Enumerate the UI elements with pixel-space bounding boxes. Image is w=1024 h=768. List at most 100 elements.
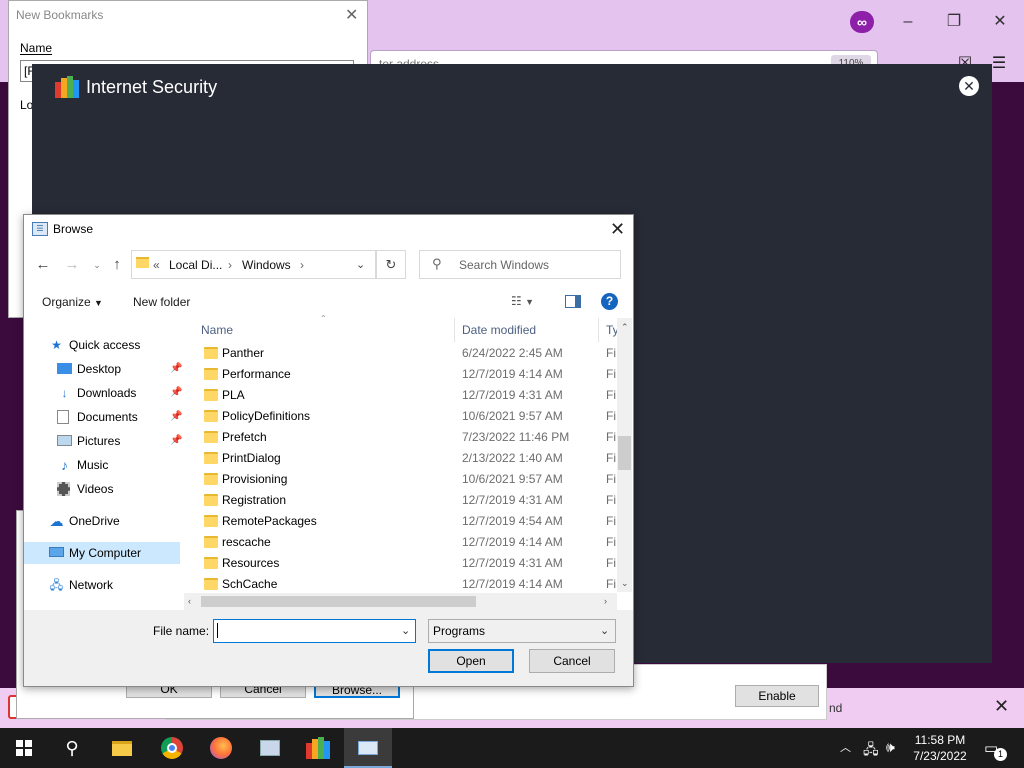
- folder-icon: [204, 473, 218, 485]
- file-row[interactable]: Provisioning 10/6/2021 9:57 AM Fi: [188, 469, 618, 490]
- pictures-icon: [57, 435, 72, 446]
- file-date-modified: 2/13/2022 1:40 AM: [462, 451, 563, 465]
- file-date-modified: 12/7/2019 4:14 AM: [462, 535, 563, 549]
- file-row[interactable]: Resources 12/7/2019 4:31 AM Fi: [188, 553, 618, 574]
- network-status-icon[interactable]: 🖧: [863, 739, 879, 763]
- notification-close-icon[interactable]: ✕: [994, 696, 1009, 717]
- enable-button[interactable]: Enable: [735, 685, 819, 707]
- address-dropdown-icon[interactable]: ⌄: [356, 258, 365, 271]
- scroll-up-arrow-icon[interactable]: ⌃: [621, 322, 629, 333]
- file-row[interactable]: PolicyDefinitions 10/6/2021 9:57 AM Fi: [188, 406, 618, 427]
- column-divider[interactable]: [598, 318, 599, 342]
- browse-dialog-taskbar-button[interactable]: [344, 728, 392, 768]
- private-browsing-icon: ∞: [850, 11, 874, 33]
- clock[interactable]: 11:58 PM 7/23/2022: [910, 732, 970, 764]
- file-row[interactable]: Panther 6/24/2022 2:45 AM Fi: [188, 343, 618, 364]
- nav-item-label: Network: [69, 578, 114, 592]
- scroll-down-arrow-icon[interactable]: ⌄: [621, 578, 629, 589]
- column-header-name[interactable]: Name: [201, 323, 233, 337]
- breadcrumb-windows[interactable]: Windows: [242, 258, 291, 272]
- nav-item-desktop[interactable]: Desktop 📌: [24, 358, 183, 380]
- star-icon: ★: [51, 338, 62, 352]
- new-folder-button[interactable]: New folder: [133, 295, 190, 309]
- file-date-modified: 10/6/2021 9:57 AM: [462, 472, 563, 486]
- file-row[interactable]: PrintDialog 2/13/2022 1:40 AM Fi: [188, 448, 618, 469]
- file-date-modified: 6/24/2022 2:45 AM: [462, 346, 563, 360]
- file-date-modified: 10/6/2021 9:57 AM: [462, 409, 563, 423]
- avg-logo-icon: [55, 76, 79, 98]
- chrome-icon[interactable]: [156, 732, 188, 764]
- show-hidden-icons-chevron-icon[interactable]: ︿: [840, 739, 851, 755]
- search-icon[interactable]: ⚲: [56, 732, 88, 764]
- nav-item-network[interactable]: 🖧 Network: [24, 574, 180, 596]
- nav-item-label: Music: [77, 458, 109, 472]
- file-name-input[interactable]: [213, 619, 416, 643]
- nav-item-documents[interactable]: Documents 📌: [24, 406, 182, 428]
- search-icon: ⚲: [432, 256, 442, 271]
- firefox-icon[interactable]: [205, 732, 237, 764]
- organize-button[interactable]: Organize ▼: [42, 295, 103, 309]
- file-row[interactable]: SchCache 12/7/2019 4:14 AM Fi: [188, 574, 618, 595]
- nav-item-label: Pictures: [77, 434, 121, 448]
- help-icon[interactable]: ?: [601, 293, 618, 310]
- recent-locations-chevron-icon[interactable]: ⌄: [88, 256, 106, 274]
- pin-icon: 📌: [170, 363, 183, 374]
- preview-pane-icon[interactable]: [565, 295, 581, 308]
- file-name: rescache: [222, 535, 271, 549]
- start-button[interactable]: [8, 732, 40, 764]
- vertical-scroll-thumb[interactable]: [618, 436, 631, 470]
- column-header-date-modified[interactable]: Date modified: [462, 323, 536, 337]
- change-view-icon[interactable]: ☷ ▼: [511, 294, 534, 308]
- maximize-button[interactable]: ❐: [944, 10, 964, 34]
- videos-icon: [57, 482, 70, 496]
- sort-ascending-icon: ⌃: [320, 314, 327, 323]
- forward-arrow-icon[interactable]: →: [63, 256, 81, 274]
- nav-item-quick-access[interactable]: ★ Quick access: [24, 334, 180, 356]
- nav-item-videos[interactable]: Videos: [24, 478, 180, 500]
- windows-logo-icon: [16, 740, 32, 756]
- file-type-dropdown-icon[interactable]: ⌄: [600, 624, 609, 637]
- nav-item-downloads[interactable]: ↓ Downloads 📌: [24, 382, 183, 404]
- open-button[interactable]: Open: [428, 649, 514, 673]
- control-panel-icon[interactable]: [254, 732, 286, 764]
- volume-icon[interactable]: 🕪: [886, 739, 895, 756]
- back-arrow-icon[interactable]: ←: [34, 256, 52, 274]
- file-explorer-icon[interactable]: [106, 732, 138, 764]
- refresh-icon[interactable]: ↻: [376, 250, 406, 279]
- window-close-button[interactable]: ✕: [990, 10, 1010, 34]
- desktop-icon: [57, 363, 72, 374]
- browse-close-icon[interactable]: ✕: [610, 219, 625, 240]
- file-name-label: File name:: [153, 624, 210, 638]
- file-row[interactable]: Registration 12/7/2019 4:31 AM Fi: [188, 490, 618, 511]
- file-row[interactable]: PLA 12/7/2019 4:31 AM Fi: [188, 385, 618, 406]
- file-row[interactable]: rescache 12/7/2019 4:14 AM Fi: [188, 532, 618, 553]
- nav-item-pictures[interactable]: Pictures 📌: [24, 430, 182, 452]
- new-bookmarks-close-icon[interactable]: ✕: [345, 5, 358, 25]
- browse-cancel-button[interactable]: Cancel: [529, 649, 615, 673]
- breadcrumb-overflow[interactable]: «: [153, 258, 160, 272]
- dialog-window-icon: [358, 741, 378, 755]
- file-name-dropdown-icon[interactable]: ⌄: [401, 624, 410, 637]
- up-arrow-icon[interactable]: ↑: [108, 256, 126, 274]
- minimize-button[interactable]: –: [898, 10, 918, 34]
- file-row[interactable]: Prefetch 7/23/2022 11:46 PM Fi: [188, 427, 618, 448]
- file-row[interactable]: RemotePackages 12/7/2019 4:54 AM Fi: [188, 511, 618, 532]
- internet-security-title: Internet Security: [86, 77, 218, 97]
- scroll-left-arrow-icon[interactable]: ‹: [188, 596, 191, 606]
- file-type-select[interactable]: Programs: [428, 619, 616, 643]
- nav-item-my-computer[interactable]: My Computer: [24, 542, 180, 564]
- file-type: Fi: [606, 367, 616, 381]
- breadcrumb-local-disk[interactable]: Local Di...: [169, 258, 222, 272]
- command-bar: [24, 286, 633, 317]
- nav-item-label: Quick access: [69, 338, 141, 352]
- file-row[interactable]: Performance 12/7/2019 4:14 AM Fi: [188, 364, 618, 385]
- column-divider[interactable]: [454, 318, 455, 342]
- nav-item-onedrive[interactable]: ☁ OneDrive: [24, 510, 180, 532]
- internet-security-close-icon[interactable]: ✕: [959, 76, 979, 96]
- scroll-right-arrow-icon[interactable]: ›: [604, 596, 607, 606]
- notification-text: nd: [829, 701, 843, 715]
- file-date-modified: 12/7/2019 4:31 AM: [462, 493, 563, 507]
- horizontal-scroll-thumb[interactable]: [201, 596, 476, 607]
- nav-item-music[interactable]: ♪ Music: [24, 454, 180, 476]
- avg-taskbar-icon[interactable]: [302, 732, 334, 764]
